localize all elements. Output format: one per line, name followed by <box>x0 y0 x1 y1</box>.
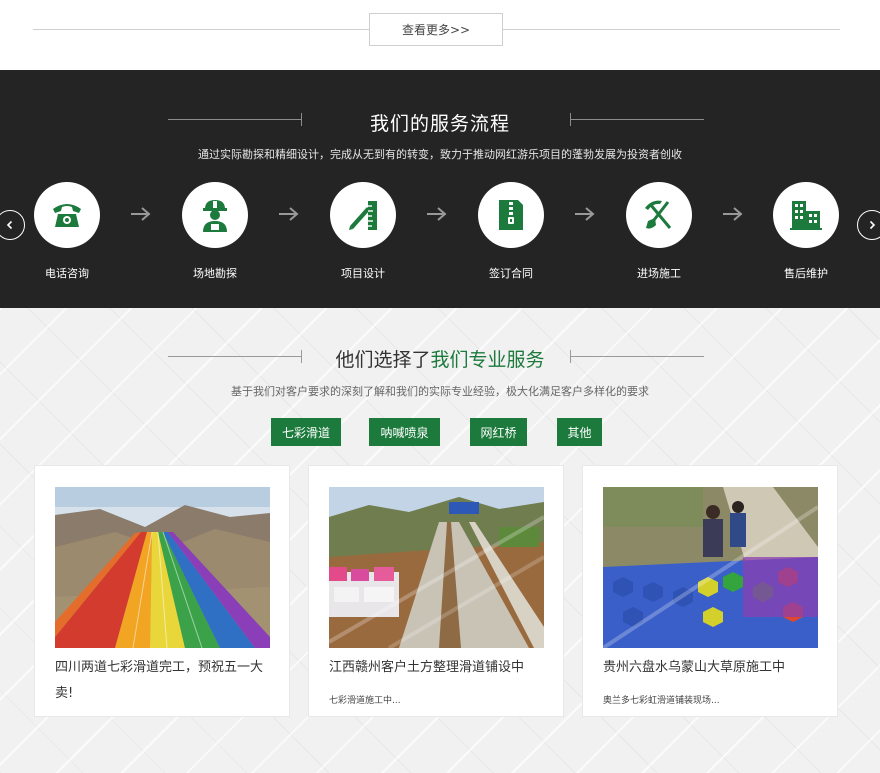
case-photo-installation[interactable] <box>603 487 818 648</box>
step-label: 售后维护 <box>784 267 828 280</box>
tab-other[interactable]: 其他 <box>557 418 602 446</box>
divider-left <box>33 29 369 30</box>
step-label: 进场施工 <box>637 267 681 280</box>
step-label: 场地勘探 <box>193 267 237 280</box>
step-label: 电话咨询 <box>45 267 89 280</box>
step-circle <box>773 182 839 248</box>
arrow-right-icon <box>723 207 743 221</box>
case-photo-earthwork[interactable] <box>329 487 544 648</box>
tab-shout-fountain[interactable]: 呐喊喷泉 <box>369 418 440 446</box>
step-circle <box>330 182 396 248</box>
design-icon <box>349 201 377 230</box>
carousel-next-button[interactable] <box>857 210 880 240</box>
arrow-right-icon <box>575 207 595 221</box>
process-subtitle: 通过实际勘探和精细设计，完成从无到有的转变，致力于推动网红游乐项目的蓬勃发展为投… <box>198 148 682 161</box>
services-title-plain: 他们选择了 <box>335 349 431 371</box>
case-title[interactable]: 四川两道七彩滑道完工，预祝五一大卖! <box>55 655 273 707</box>
step-circle <box>34 182 100 248</box>
services-title-highlight: 我们专业服务 <box>430 349 545 371</box>
step-label: 签订合同 <box>489 267 533 280</box>
arrow-right-icon <box>279 207 299 221</box>
case-card[interactable]: 四川两道七彩滑道完工，预祝五一大卖! <box>34 465 290 717</box>
case-desc: 奥兰多七彩虹滑道铺装现场... <box>603 696 720 706</box>
case-title[interactable]: 贵州六盘水乌蒙山大草原施工中 <box>603 655 821 681</box>
phone-icon <box>53 204 81 227</box>
process-step-design[interactable]: 项目设计 <box>313 182 413 281</box>
process-step-maintenance[interactable]: 售后维护 <box>756 182 856 281</box>
view-more-strip: 查看更多>> <box>0 0 880 70</box>
step-circle <box>182 182 248 248</box>
case-title[interactable]: 江西赣州客户土方整理滑道铺设中 <box>329 655 547 681</box>
chevron-left-icon <box>6 220 13 230</box>
case-card[interactable]: 江西赣州客户土方整理滑道铺设中 七彩滑道施工中... <box>308 465 564 717</box>
step-circle <box>626 182 692 248</box>
services-title: 他们选择了我们专业服务 <box>0 345 880 372</box>
building-icon <box>790 201 822 230</box>
view-more-button[interactable]: 查看更多>> <box>369 13 503 46</box>
services-subtitle: 基于我们对客户要求的深刻了解和我们的实际专业经验，极大化满足客户多样化的要求 <box>231 385 649 398</box>
case-card[interactable]: 贵州六盘水乌蒙山大草原施工中 奥兰多七彩虹滑道铺装现场... <box>582 465 838 717</box>
construction-icon <box>645 200 672 229</box>
arrow-right-icon <box>427 207 447 221</box>
step-label: 项目设计 <box>341 267 385 280</box>
chevron-right-icon <box>869 220 876 230</box>
process-step-survey[interactable]: 场地勘探 <box>165 182 265 281</box>
step-circle <box>478 182 544 248</box>
process-step-construction[interactable]: 进场施工 <box>609 182 709 281</box>
divider-right <box>503 29 840 30</box>
case-desc: 七彩滑道施工中... <box>329 696 401 706</box>
case-photo-rainbow-slide[interactable] <box>55 487 270 648</box>
process-step-phone[interactable]: 电话咨询 <box>17 182 117 281</box>
tab-rainbow-slide[interactable]: 七彩滑道 <box>271 418 341 446</box>
contract-icon <box>499 200 523 230</box>
process-step-contract[interactable]: 签订合同 <box>461 182 561 281</box>
tab-net-bridge[interactable]: 网红桥 <box>470 418 527 446</box>
process-title: 我们的服务流程 <box>369 113 510 135</box>
chosen-services-section: 他们选择了我们专业服务 基于我们对客户要求的深刻了解和我们的实际专业经验，极大化… <box>0 308 880 773</box>
service-process-section: 我们的服务流程 通过实际勘探和精细设计，完成从无到有的转变，致力于推动网红游乐项… <box>0 70 880 308</box>
worker-icon <box>203 200 227 232</box>
arrow-right-icon <box>131 207 151 221</box>
